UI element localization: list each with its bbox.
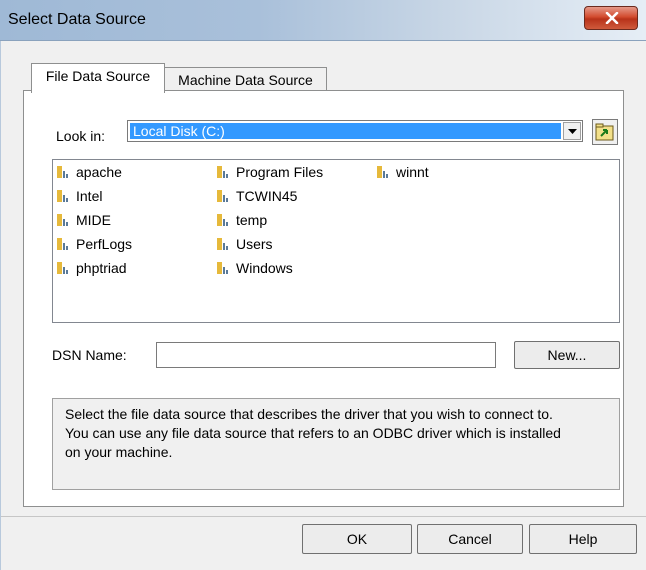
cancel-button[interactable]: Cancel: [417, 524, 523, 554]
description-text: Select the file data source that describ…: [65, 405, 615, 462]
folder-name: temp: [236, 212, 268, 228]
folder-icon: [217, 238, 228, 250]
folder-name: MIDE: [76, 212, 111, 228]
select-data-source-dialog: Select Data Source File Data Source Mach…: [0, 0, 646, 570]
new-button-label: New...: [547, 347, 587, 363]
up-folder-button[interactable]: [592, 119, 618, 145]
close-button[interactable]: [584, 6, 638, 30]
dsn-name-label: DSN Name:: [52, 347, 127, 363]
description-line: on your machine.: [65, 444, 173, 460]
folder-name: TCWIN45: [236, 188, 298, 204]
folder-icon: [57, 262, 68, 274]
new-button[interactable]: New...: [514, 341, 620, 369]
folder-name: Program Files: [236, 164, 324, 180]
window-title: Select Data Source: [8, 11, 146, 28]
look-in-dropdown[interactable]: Local Disk (C:): [127, 120, 583, 142]
ok-button-label: OK: [346, 531, 368, 547]
tab-machine-data-source[interactable]: Machine Data Source: [164, 67, 327, 91]
folder-icon: [57, 238, 68, 250]
chevron-down-icon: [568, 129, 577, 134]
folder-list[interactable]: apache Intel MIDE PerfLogs phptriad Prog…: [52, 159, 620, 323]
folder-name: PerfLogs: [76, 236, 133, 252]
folder-icon: [57, 166, 68, 178]
folder-icon: [57, 190, 68, 202]
folder-icon: [217, 214, 228, 226]
dropdown-arrow-button[interactable]: [563, 122, 581, 140]
folder-name: winnt: [396, 164, 429, 180]
description-line: Select the file data source that describ…: [65, 406, 553, 422]
folder-icon: [217, 262, 228, 274]
folder-name: apache: [76, 164, 122, 180]
tab-file-data-source[interactable]: File Data Source: [31, 63, 165, 93]
tab-label: Machine Data Source: [178, 72, 313, 88]
dialog-body: File Data Source Machine Data Source Loo…: [0, 41, 646, 570]
dsn-name-input[interactable]: [156, 342, 496, 368]
ok-button[interactable]: OK: [302, 524, 412, 554]
title-bar[interactable]: Select Data Source: [0, 0, 646, 41]
help-button-label: Help: [568, 531, 598, 547]
folder-icon: [57, 214, 68, 226]
folder-icon: [377, 166, 388, 178]
help-button[interactable]: Help: [529, 524, 637, 554]
look-in-selected-value: Local Disk (C:): [130, 123, 561, 139]
description-box: Select the file data source that describ…: [52, 398, 620, 490]
folder-name: Users: [236, 236, 273, 252]
folder-name: Intel: [76, 188, 103, 204]
folder-icon: [217, 190, 228, 202]
tab-label: File Data Source: [45, 68, 151, 84]
up-folder-icon: [595, 123, 614, 141]
description-line: You can use any file data source that re…: [65, 425, 561, 441]
look-in-label: Look in:: [56, 128, 106, 144]
close-icon: [605, 12, 619, 24]
divider: [1, 516, 646, 517]
cancel-button-label: Cancel: [448, 531, 492, 547]
file-data-source-panel: Look in: Local Disk (C:) apache Intel MI…: [23, 90, 624, 507]
folder-name: phptriad: [76, 260, 127, 276]
folder-icon: [217, 166, 228, 178]
folder-name: Windows: [236, 260, 293, 276]
